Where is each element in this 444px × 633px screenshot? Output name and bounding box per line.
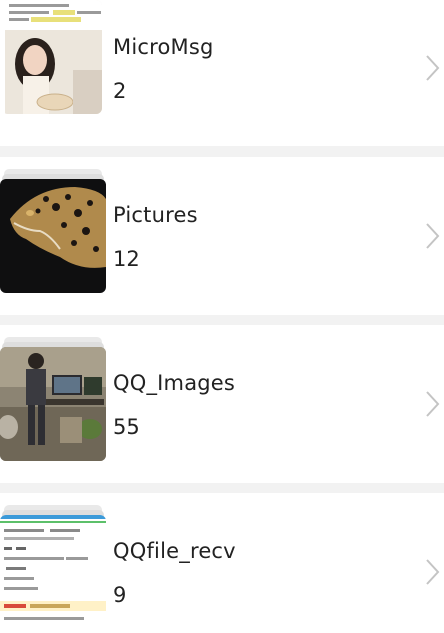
album-thumbnail-stack <box>0 0 106 114</box>
album-list: MicroMsg 2 Pictures 12 QQ_Images 55 QQfi… <box>0 0 444 633</box>
album-thumbnail-stack <box>0 337 106 461</box>
album-row-qqfile-recv[interactable]: QQfile_recv 9 <box>0 493 444 633</box>
album-thumbnail-stack <box>0 169 106 293</box>
album-thumbnail <box>0 179 106 293</box>
woman-photo-image <box>5 0 102 114</box>
album-count: 9 <box>113 583 127 607</box>
album-thumbnail <box>2 0 102 114</box>
album-row-micromsg[interactable]: MicroMsg 2 <box>0 0 444 146</box>
album-name: QQfile_recv <box>113 539 236 563</box>
album-thumbnail <box>0 347 106 461</box>
chevron-right-icon <box>424 53 440 83</box>
album-row-qq-images[interactable]: QQ_Images 55 <box>0 325 444 483</box>
leopard-photo-image <box>0 179 106 293</box>
album-count: 2 <box>113 79 127 103</box>
document-screenshot-image <box>0 515 106 629</box>
man-in-room-image <box>0 347 106 461</box>
album-name: MicroMsg <box>113 35 214 59</box>
chevron-right-icon <box>424 557 440 587</box>
album-name: Pictures <box>113 203 198 227</box>
album-thumbnail <box>0 515 106 629</box>
album-thumbnail-stack <box>0 505 106 629</box>
album-name: QQ_Images <box>113 371 236 395</box>
album-row-pictures[interactable]: Pictures 12 <box>0 157 444 315</box>
chevron-right-icon <box>424 221 440 251</box>
album-count: 55 <box>113 415 140 439</box>
chevron-right-icon <box>424 389 440 419</box>
album-count: 12 <box>113 247 140 271</box>
